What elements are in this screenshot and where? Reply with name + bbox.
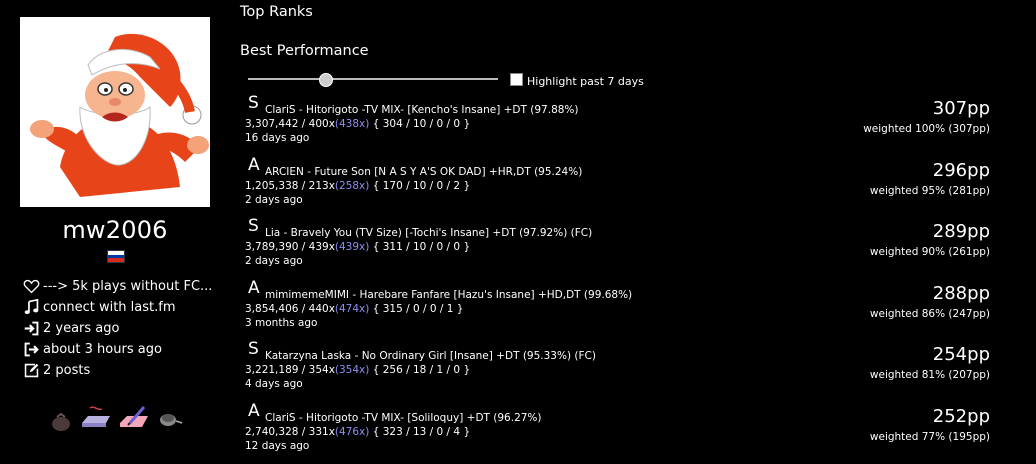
score-row[interactable]: A ARCIEN - Future Son [N A S Y A'S OK DAD…: [244, 155, 994, 217]
username: mw2006: [62, 216, 168, 244]
score-and-combo: 3,221,189 / 354x: [245, 364, 335, 376]
russia-flag-icon: [107, 250, 125, 263]
description-text: ---> 5k plays without FC...: [43, 278, 213, 294]
score-and-combo: 1,205,338 / 213x: [245, 180, 335, 192]
pp-value: 296pp: [932, 160, 990, 181]
heart-icon: [22, 277, 40, 295]
score-row[interactable]: S Katarzyna Laska - No Ordinary Girl [Ins…: [244, 339, 994, 401]
slider-track[interactable]: [248, 78, 498, 80]
lastfm-label[interactable]: connect with last.fm: [43, 300, 176, 315]
max-combo: (438x): [334, 118, 370, 130]
weighted-pp: weighted 90% (261pp): [869, 246, 990, 258]
last-seen-text: about 3 hours ago: [43, 341, 162, 357]
best-performance-heading: Best Performance: [240, 43, 369, 59]
score-row[interactable]: A ClariS - Hitorigoto -TV MIX- [Soliloquy…: [244, 401, 994, 463]
sign-in-icon: [22, 319, 40, 337]
max-combo: (474x): [334, 303, 370, 315]
score-row[interactable]: S ClariS - Hitorigoto -TV MIX- [Kencho's …: [244, 93, 994, 155]
edit-icon: [22, 361, 40, 379]
lastfm-link[interactable]: connect with last.fm: [22, 297, 227, 317]
beatmap-title-link[interactable]: ClariS - Hitorigoto -TV MIX- [Soliloquy]…: [265, 412, 542, 424]
hit-counts: { 315 / 0 / 0 / 1 }: [369, 303, 464, 315]
score-date: 12 days ago: [245, 440, 310, 452]
score-stats: 1,205,338 / 213x(258x) { 170 / 10 / 0 / …: [245, 180, 470, 192]
score-date: 4 days ago: [245, 378, 303, 390]
rank-grade: S: [248, 216, 259, 236]
rank-grade: A: [248, 401, 260, 421]
score-date: 16 days ago: [245, 132, 310, 144]
profile-description: ---> 5k plays without FC...: [22, 276, 227, 296]
rank-grade: A: [248, 278, 260, 298]
avatar[interactable]: [20, 17, 210, 207]
rank-grade: S: [248, 339, 259, 359]
weighted-pp: weighted 86% (247pp): [869, 308, 990, 320]
music-note-icon: [22, 298, 40, 316]
pp-value: 288pp: [932, 283, 990, 304]
beatmap-title-link[interactable]: Lia - Bravely You (TV Size) [-Tochi's In…: [265, 227, 592, 239]
rank-grade: A: [248, 155, 260, 175]
keyboard-badge-icon[interactable]: [80, 403, 112, 437]
last-seen: about 3 hours ago: [22, 339, 227, 359]
badge-list: [50, 403, 185, 433]
hit-counts: { 311 / 10 / 0 / 0 }: [369, 241, 471, 253]
joined-text: 2 years ago: [43, 320, 120, 336]
score-date: 2 days ago: [245, 194, 303, 206]
beatmap-title-link[interactable]: mimimemeMIMI - Harebare Fanfare [Hazu's …: [265, 289, 632, 301]
max-combo: (476x): [334, 426, 370, 438]
score-date: 2 days ago: [245, 255, 303, 267]
pp-value: 254pp: [932, 344, 990, 365]
pp-value: 289pp: [932, 221, 990, 242]
sign-out-icon: [22, 340, 40, 358]
posts-label[interactable]: 2 posts: [43, 363, 90, 378]
hit-counts: { 323 / 13 / 0 / 4 }: [369, 426, 471, 438]
score-and-combo: 2,740,328 / 331x: [245, 426, 335, 438]
highlight-checkbox[interactable]: [510, 73, 523, 86]
time-range-slider[interactable]: [248, 70, 498, 88]
forum-posts-link[interactable]: 2 posts: [22, 360, 227, 380]
profile-sidebar: mw2006 ---> 5k plays without FC... conne…: [0, 0, 230, 464]
weighted-pp: weighted 95% (281pp): [869, 185, 990, 197]
pp-value: 307pp: [932, 98, 990, 119]
top-ranks-heading: Top Ranks: [240, 4, 313, 20]
max-combo: (354x): [334, 364, 370, 376]
hit-counts: { 304 / 10 / 0 / 0 }: [369, 118, 471, 130]
score-stats: 2,740,328 / 331x(476x) { 323 / 13 / 0 / …: [245, 426, 470, 438]
max-combo: (439x): [334, 241, 370, 253]
score-date: 3 months ago: [245, 317, 318, 329]
weighted-pp: weighted 100% (307pp): [863, 123, 990, 135]
weighted-pp: weighted 81% (207pp): [869, 369, 990, 381]
beatmap-title-link[interactable]: ClariS - Hitorigoto -TV MIX- [Kencho's I…: [265, 104, 579, 116]
score-and-combo: 3,789,390 / 439x: [245, 241, 335, 253]
pouch-badge-icon[interactable]: [50, 403, 72, 437]
max-combo: (258x): [334, 180, 370, 192]
score-and-combo: 3,307,442 / 400x: [245, 118, 335, 130]
drawing-tablet-badge-icon[interactable]: [118, 403, 150, 437]
scores-panel: Top Ranks Best Performance Highlight pas…: [230, 0, 1036, 464]
score-stats: 3,854,406 / 440x(474x) { 315 / 0 / 0 / 1…: [245, 303, 463, 315]
joined-date: 2 years ago: [22, 318, 227, 338]
hit-counts: { 256 / 18 / 1 / 0 }: [369, 364, 471, 376]
score-stats: 3,789,390 / 439x(439x) { 311 / 10 / 0 / …: [245, 241, 470, 253]
beatmap-title-link[interactable]: ARCIEN - Future Son [N A S Y A'S OK DAD]…: [265, 166, 582, 178]
highlight-recent-toggle[interactable]: Highlight past 7 days: [510, 73, 644, 88]
pp-value: 252pp: [932, 406, 990, 427]
score-row[interactable]: S Lia - Bravely You (TV Size) [-Tochi's I…: [244, 216, 994, 278]
hit-counts: { 170 / 10 / 0 / 2 }: [369, 180, 471, 192]
mouse-badge-icon[interactable]: [154, 403, 184, 437]
rank-grade: S: [248, 93, 259, 113]
beatmap-title-link[interactable]: Katarzyna Laska - No Ordinary Girl [Insa…: [265, 350, 596, 362]
score-row[interactable]: AmimimemeMIMI - Harebare Fanfare [Hazu's…: [244, 278, 994, 340]
score-stats: 3,307,442 / 400x(438x) { 304 / 10 / 0 / …: [245, 118, 470, 130]
slider-thumb[interactable]: [318, 73, 333, 87]
weighted-pp: weighted 77% (195pp): [869, 431, 990, 443]
score-and-combo: 3,854,406 / 440x: [245, 303, 335, 315]
score-stats: 3,221,189 / 354x(354x) { 256 / 18 / 1 / …: [245, 364, 470, 376]
highlight-label: Highlight past 7 days: [527, 75, 644, 88]
